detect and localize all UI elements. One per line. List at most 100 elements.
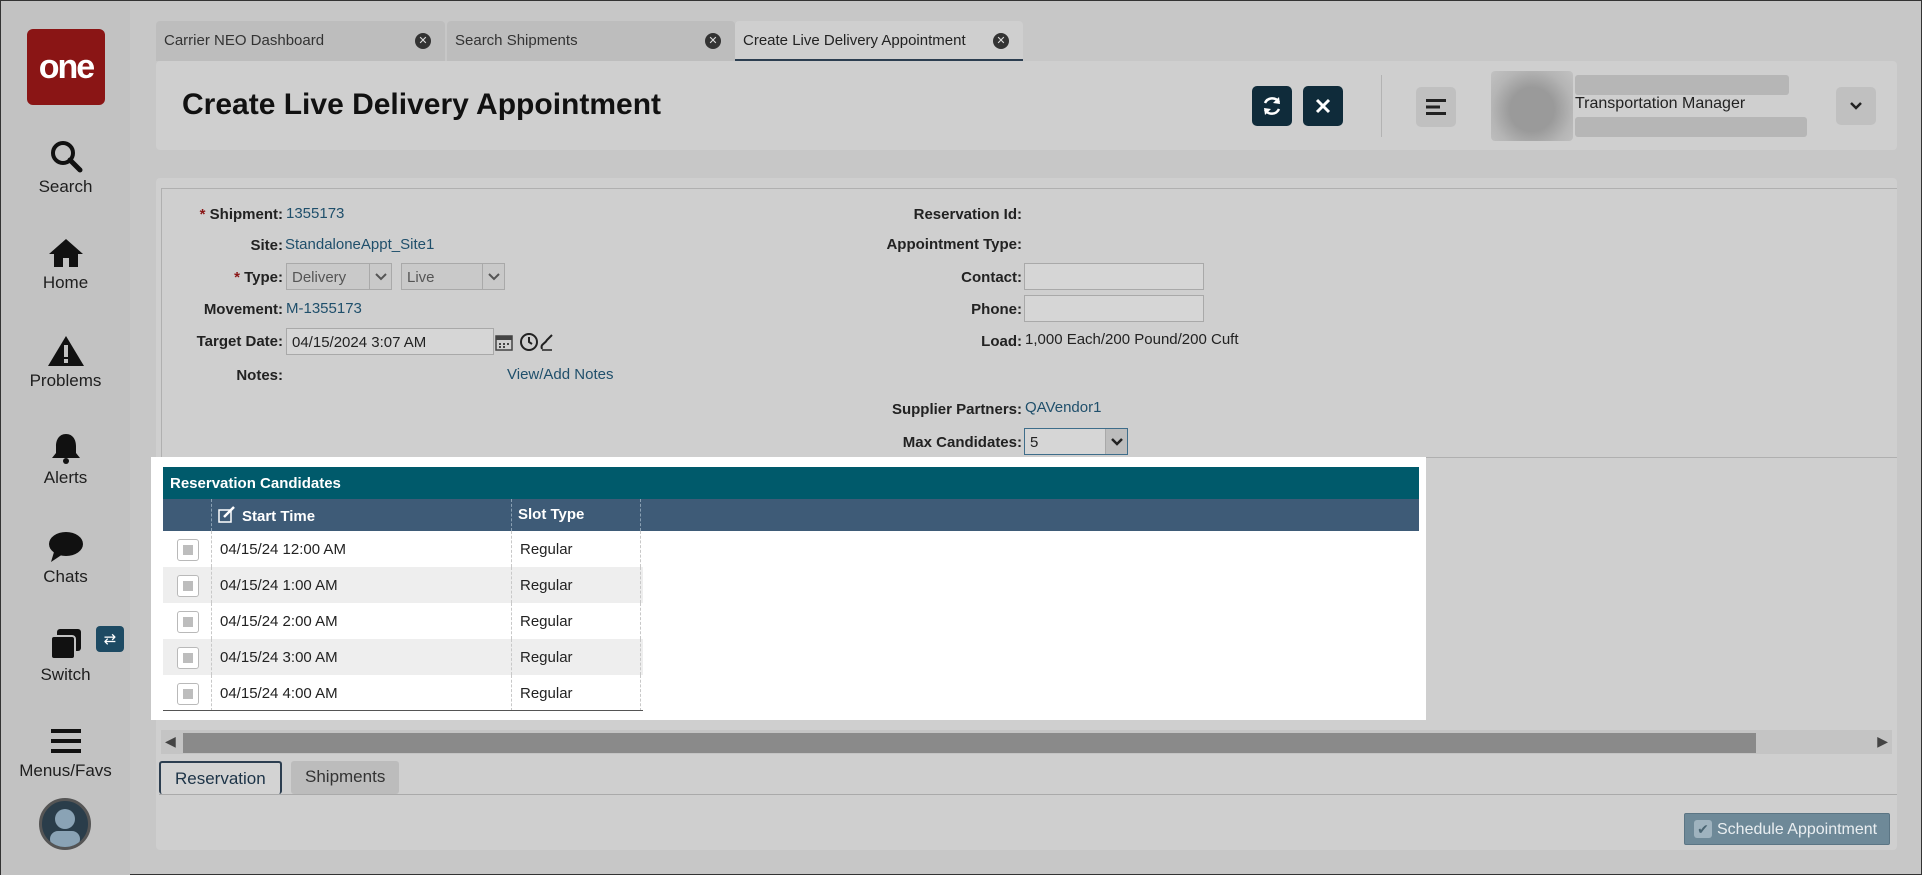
type-select-value: Delivery: [292, 269, 347, 286]
close-icon[interactable]: ✕: [993, 33, 1009, 49]
row-checkbox[interactable]: [177, 575, 199, 597]
nav-menus[interactable]: Menus/Favs: [1, 725, 130, 781]
user-dropdown-button[interactable]: [1836, 87, 1876, 125]
delivery-mode-select[interactable]: Live: [401, 263, 505, 290]
row-select-cell: [163, 639, 212, 675]
slot-type-column-header[interactable]: Slot Type: [512, 499, 641, 531]
table-row[interactable]: 04/15/24 4:00 AM Regular: [163, 675, 643, 711]
notes-label: Notes:: [236, 367, 283, 384]
clear-date-icon[interactable]: [539, 332, 555, 352]
start-time-column-header[interactable]: Start Time: [212, 499, 512, 531]
start-time-cell: 04/15/24 3:00 AM: [212, 639, 512, 675]
chevron-down-icon: [482, 264, 504, 289]
reservation-id-label: Reservation Id:: [913, 206, 1022, 223]
start-time-cell: 04/15/24 12:00 AM: [212, 531, 512, 567]
header-menu-button[interactable]: [1416, 87, 1456, 127]
grid-bottom-border: [163, 710, 643, 711]
tab-shipments[interactable]: Shipments: [291, 761, 400, 794]
slot-type-header-label: Slot Type: [518, 506, 585, 523]
shipment-label: * Shipment:: [199, 206, 283, 223]
user-avatar[interactable]: [39, 798, 91, 850]
tab-carrier-dashboard[interactable]: Carrier NEO Dashboard ✕: [156, 21, 445, 61]
row-select-cell: [163, 531, 212, 567]
schedule-appointment-button[interactable]: ✔ Schedule Appointment: [1684, 813, 1890, 845]
type-label: * Type:: [234, 269, 283, 286]
page-header: Create Live Delivery Appointment Transpo…: [156, 61, 1897, 150]
menu-icon: [50, 729, 81, 753]
clock-icon[interactable]: [519, 332, 539, 352]
max-candidates-value: 5: [1030, 434, 1039, 451]
max-candidates-select[interactable]: 5: [1024, 428, 1128, 455]
refresh-button[interactable]: [1252, 86, 1292, 126]
left-nav: one Search Home Problems Alerts Chats Sw…: [1, 1, 130, 875]
scroll-left-icon[interactable]: ◀: [165, 733, 176, 750]
calendar-icon[interactable]: [495, 333, 513, 351]
chevron-down-icon: [369, 264, 391, 289]
tab-reservation[interactable]: Reservation: [159, 761, 282, 794]
user-org-redacted: [1575, 117, 1807, 137]
phone-input[interactable]: [1024, 295, 1204, 322]
contact-label: Contact:: [961, 269, 1022, 286]
nav-chats[interactable]: Chats: [1, 531, 130, 587]
nav-home[interactable]: Home: [1, 237, 130, 293]
tab-divider: [159, 794, 1897, 795]
reservation-candidates-panel: Reservation Candidates Start Time Slot T…: [151, 457, 1426, 720]
site-link[interactable]: StandaloneAppt_Site1: [285, 236, 434, 253]
nav-chats-label: Chats: [43, 567, 88, 586]
avatar-icon: [50, 809, 80, 847]
row-checkbox[interactable]: [177, 683, 199, 705]
schedule-appointment-label: Schedule Appointment: [1717, 821, 1878, 838]
nav-home-label: Home: [42, 273, 89, 292]
user-role: Transportation Manager: [1575, 95, 1746, 112]
table-row[interactable]: 04/15/24 12:00 AM Regular: [163, 531, 643, 567]
close-icon[interactable]: ✕: [705, 33, 721, 49]
view-add-notes-link[interactable]: View/Add Notes: [507, 366, 613, 383]
movement-label: Movement:: [203, 301, 283, 318]
shipment-link[interactable]: 1355173: [286, 205, 344, 222]
horizontal-scrollbar[interactable]: ◀ ▶: [161, 730, 1892, 754]
app-logo[interactable]: one: [27, 29, 105, 105]
close-page-button[interactable]: [1303, 86, 1343, 126]
nav-search-label: Search: [38, 177, 93, 196]
tab-create-appointment[interactable]: Create Live Delivery Appointment ✕: [735, 21, 1023, 61]
row-select-cell: [163, 567, 212, 603]
slot-type-cell: Regular: [512, 567, 641, 603]
refresh-icon: [1263, 97, 1281, 115]
row-checkbox[interactable]: [177, 539, 199, 561]
nav-problems[interactable]: Problems: [1, 335, 130, 391]
chevron-down-icon: [1105, 429, 1127, 454]
switch-badge-icon[interactable]: ⇄: [96, 626, 124, 652]
edit-icon[interactable]: [218, 506, 236, 524]
table-row[interactable]: 04/15/24 3:00 AM Regular: [163, 639, 643, 675]
tab-search-shipments[interactable]: Search Shipments ✕: [447, 21, 735, 61]
nav-search[interactable]: Search: [1, 139, 130, 197]
supplier-partners-label: Supplier Partners:: [891, 401, 1022, 418]
select-column-header: [163, 499, 212, 531]
chevron-down-icon: [1850, 102, 1862, 110]
max-candidates-label: Max Candidates:: [902, 434, 1022, 451]
nav-switch-label: Switch: [40, 665, 91, 684]
delivery-mode-value: Live: [407, 269, 435, 286]
search-icon: [50, 141, 82, 173]
nav-alerts[interactable]: Alerts: [1, 432, 130, 488]
scrollbar-thumb[interactable]: [183, 733, 1756, 753]
start-time-header-label: Start Time: [242, 508, 316, 525]
scroll-right-icon[interactable]: ▶: [1877, 733, 1888, 750]
switch-icon: [49, 629, 81, 660]
row-checkbox[interactable]: [177, 647, 199, 669]
header-divider: [1381, 75, 1382, 137]
close-icon[interactable]: ✕: [415, 33, 431, 49]
contact-input[interactable]: [1024, 263, 1204, 290]
hamburger-icon: [1426, 99, 1446, 115]
type-select[interactable]: Delivery: [286, 263, 392, 290]
grid-title: Reservation Candidates: [163, 467, 1419, 499]
movement-link[interactable]: M-1355173: [286, 300, 362, 317]
load-value: 1,000 Each/200 Pound/200 Cuft: [1025, 331, 1239, 348]
table-row[interactable]: 04/15/24 1:00 AM Regular: [163, 567, 643, 603]
target-date-input[interactable]: 04/15/2024 3:07 AM: [286, 328, 494, 355]
supplier-partners-link[interactable]: QAVendor1: [1025, 399, 1101, 416]
table-row[interactable]: 04/15/24 2:00 AM Regular: [163, 603, 643, 639]
user-photo: [1491, 71, 1573, 141]
start-time-cell: 04/15/24 4:00 AM: [212, 675, 512, 711]
row-checkbox[interactable]: [177, 611, 199, 633]
